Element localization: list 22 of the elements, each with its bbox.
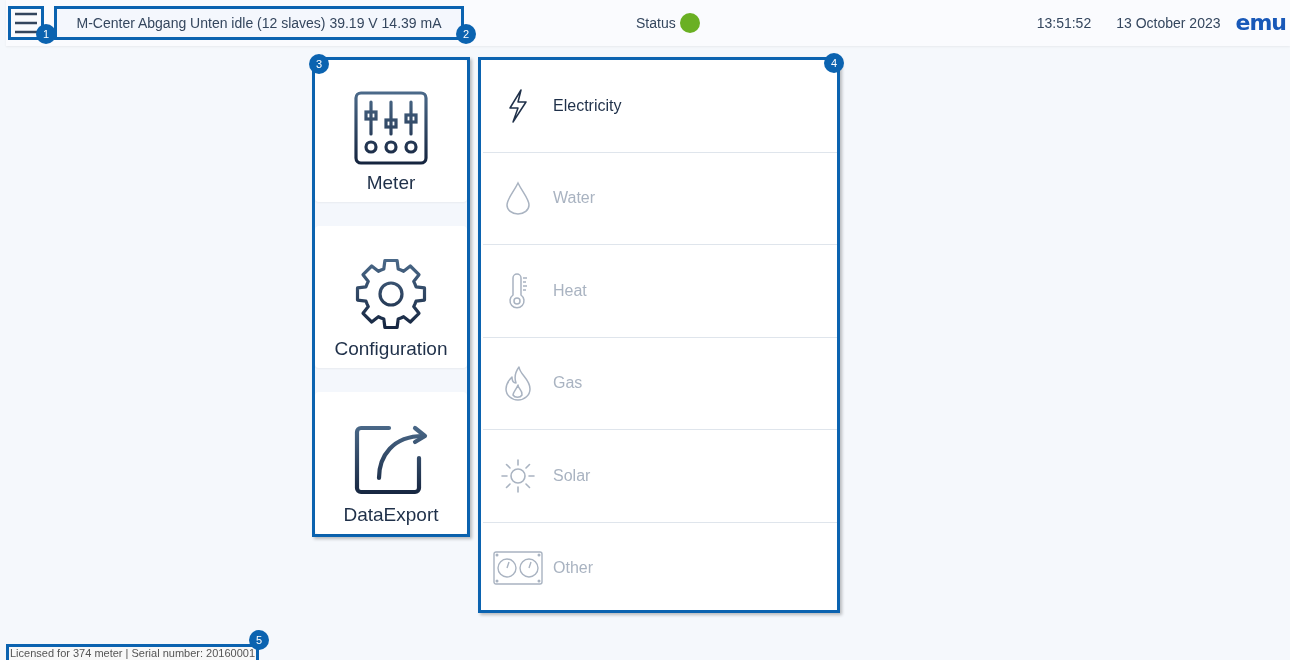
callout-badge: 5 (249, 630, 269, 650)
logo: emu (1235, 12, 1286, 34)
callout-badge: 2 (456, 24, 476, 44)
gauges-icon (493, 551, 543, 586)
sliders-icon (353, 90, 429, 166)
lightning-icon (507, 87, 529, 124)
sun-icon (500, 457, 536, 494)
current-date: 13 October 2023 (1116, 15, 1221, 31)
drop-icon (505, 181, 531, 216)
clock-time: 13:51:52 (1036, 15, 1092, 31)
callout-badge: 1 (36, 24, 56, 44)
flame-icon (504, 365, 532, 402)
nav-tile[interactable]: DataExport (315, 392, 467, 534)
callout-badge: 3 (309, 54, 329, 74)
callout-badge: 4 (824, 53, 844, 73)
license-text: Licensed for 374 meter | Serial number: 20160001 (6, 644, 259, 660)
nav-tile[interactable]: Configuration (315, 226, 467, 368)
menu-icon (13, 10, 39, 36)
device-status-text: M-Center Abgang Unten idle (12 slaves) 39.19 V 14.39 mA (54, 6, 464, 40)
status-label: Status (636, 15, 676, 31)
gear-icon (353, 256, 429, 332)
thermometer-icon (506, 272, 530, 309)
